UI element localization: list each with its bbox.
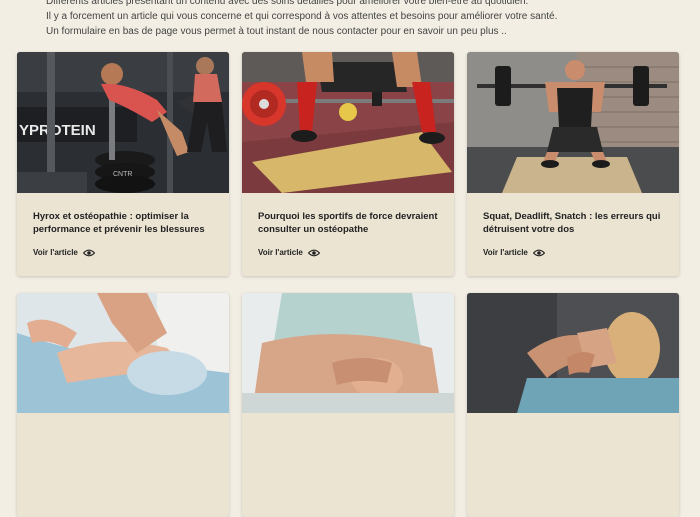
eye-icon: [82, 249, 95, 256]
eye-icon: [307, 249, 320, 256]
view-article-link[interactable]: Voir l'article: [483, 248, 545, 257]
eye-icon: [532, 249, 545, 256]
intro-line-3: Un formulaire en bas de page vous permet…: [46, 26, 507, 37]
article-image-therapy-1[interactable]: [17, 293, 229, 413]
article-image-hyrox[interactable]: YPROTEIN CNTR: [17, 52, 229, 193]
article-image-force[interactable]: [242, 52, 454, 193]
gym-sign-text: YPROTEIN: [19, 122, 96, 139]
article-image-therapy-2[interactable]: [242, 293, 454, 413]
article-title[interactable]: Hyrox et ostéopathie : optimiser la perf…: [33, 210, 219, 236]
view-article-link[interactable]: Voir l'article: [33, 248, 95, 257]
article-card-hyrox[interactable]: YPROTEIN CNTR Hyrox et ostéopathie : opt…: [17, 52, 229, 276]
article-image-squat[interactable]: [467, 52, 679, 193]
article-image-neck-pain[interactable]: [467, 293, 679, 413]
article-card-row2-1[interactable]: [17, 293, 229, 517]
intro-line-2: Il y a forcement un article qui vous con…: [46, 11, 558, 22]
article-title[interactable]: Pourquoi les sportifs de force devraient…: [258, 210, 444, 236]
intro-line-1: Différents articles présentant un conten…: [46, 0, 529, 7]
article-card-row2-3[interactable]: [467, 293, 679, 517]
view-article-link[interactable]: Voir l'article: [258, 248, 320, 257]
intro-text: Différents articles présentant un conten…: [46, 0, 666, 39]
plate-label: CNTR: [113, 171, 132, 178]
view-article-label: Voir l'article: [483, 248, 528, 257]
view-article-label: Voir l'article: [33, 248, 78, 257]
view-article-label: Voir l'article: [258, 248, 303, 257]
article-title[interactable]: Squat, Deadlift, Snatch : les erreurs qu…: [483, 210, 669, 236]
article-card-force[interactable]: Pourquoi les sportifs de force devraient…: [242, 52, 454, 276]
article-card-squat[interactable]: Squat, Deadlift, Snatch : les erreurs qu…: [467, 52, 679, 276]
article-card-row2-2[interactable]: [242, 293, 454, 517]
